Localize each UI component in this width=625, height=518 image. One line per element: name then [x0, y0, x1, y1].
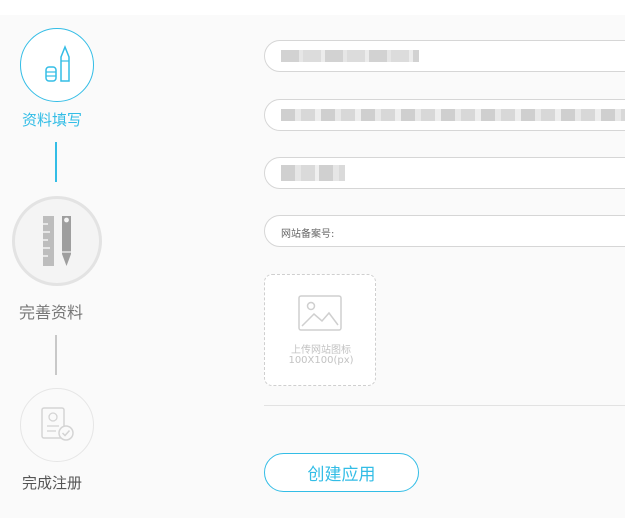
image-icon [298, 295, 342, 331]
record-number-field[interactable]: 网站备案号: [264, 215, 625, 247]
divider [264, 405, 625, 406]
step-2-circle [12, 196, 102, 286]
step-1-circle [20, 28, 94, 102]
blurred-value [281, 165, 345, 181]
step-1-label: 资料填写 [22, 111, 83, 129]
step-connector-1 [55, 142, 57, 182]
icon-upload-box[interactable]: 上传网站图标 100X100(px) [264, 274, 376, 386]
app-name-field[interactable] [264, 40, 625, 72]
blurred-value [281, 50, 419, 62]
create-app-button[interactable]: 创建应用 [264, 453, 419, 492]
pencil-document-icon [45, 44, 70, 82]
upload-label: 上传网站图标 [291, 345, 351, 356]
step-connector-2 [55, 335, 57, 375]
ruler-pen-icon [43, 216, 71, 266]
id-card-check-icon [41, 407, 74, 441]
step-3-circle [20, 388, 94, 462]
step-3-label: 完成注册 [22, 474, 83, 492]
app-url-field[interactable] [264, 99, 625, 131]
record-number-placeholder: 网站备案号: [281, 229, 335, 240]
step-2-label: 完善资料 [19, 303, 84, 322]
blurred-value [281, 109, 625, 121]
upload-size-hint: 100X100(px) [288, 355, 354, 366]
app-category-field[interactable] [264, 157, 625, 189]
